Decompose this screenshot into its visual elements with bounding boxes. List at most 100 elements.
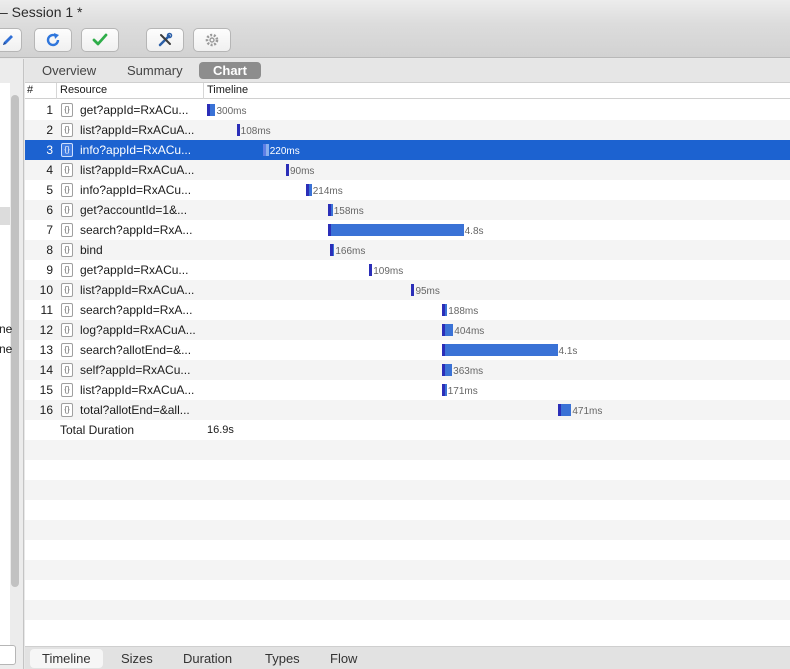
table-row[interactable]: 4 {} list?appId=RxACuA... 90ms [25, 160, 790, 180]
json-file-icon: {} [61, 243, 73, 257]
table-row[interactable]: 9 {} get?appId=RxACu... 109ms [25, 260, 790, 280]
row-number: 16 [39, 403, 53, 417]
bottom-tab-timeline[interactable]: Timeline [30, 649, 103, 668]
tab-chart[interactable]: Chart [199, 62, 261, 79]
sidebar-text-fragment: ne [0, 342, 13, 356]
empty-row [25, 460, 790, 480]
resource-name: search?allotEnd=&... [80, 343, 192, 357]
json-file-icon: {} [61, 283, 73, 297]
table-row[interactable]: 14 {} self?appId=RxACu... 363ms [25, 360, 790, 380]
table-row[interactable]: 5 {} info?appId=RxACu... 214ms [25, 180, 790, 200]
timeline-table: # Resource Timeline 1 {} get?appId=RxACu..… [25, 83, 790, 646]
table-header: # Resource Timeline [25, 83, 790, 99]
accept-button[interactable] [81, 28, 119, 52]
duration-label: 4.8s [464, 226, 484, 237]
table-row[interactable]: 12 {} log?appId=RxACuA... 404ms [25, 320, 790, 340]
table-row[interactable]: 6 {} get?accountId=1&... 158ms [25, 200, 790, 220]
bottom-tabs: Timeline Sizes Duration Types Flow [25, 646, 790, 669]
timeline-bar-start [411, 284, 415, 296]
table-row[interactable]: 10 {} list?appId=RxACuA... 95ms [25, 280, 790, 300]
sidebar-filter-field[interactable] [0, 645, 16, 665]
table-row[interactable]: 7 {} search?appId=RxA... 4.8s [25, 220, 790, 240]
duration-label: 214ms [312, 186, 343, 197]
row-number: 2 [46, 123, 53, 137]
table-row[interactable]: 13 {} search?allotEnd=&... 4.1s [25, 340, 790, 360]
tools-button[interactable] [146, 28, 184, 52]
empty-row [25, 580, 790, 600]
total-duration-value: 16.9s [207, 424, 234, 436]
timeline-bar [444, 364, 453, 376]
duration-label: 95ms [415, 286, 440, 297]
json-file-icon: {} [61, 123, 73, 137]
table-row[interactable]: 15 {} list?appId=RxACuA... 171ms [25, 380, 790, 400]
table-row[interactable]: 1 {} get?appId=RxACu... 300ms [25, 100, 790, 120]
duration-label: 171ms [447, 386, 478, 397]
duration-label: 158ms [333, 206, 364, 217]
json-file-icon: {} [61, 203, 73, 217]
settings-button[interactable] [193, 28, 231, 52]
table-row[interactable]: 2 {} list?appId=RxACuA... 108ms [25, 120, 790, 140]
tab-summary[interactable]: Summary [113, 62, 197, 79]
window-title: – Session 1 * [0, 4, 83, 20]
empty-row [25, 560, 790, 580]
pencil-icon [1, 33, 15, 47]
column-header-resource[interactable]: Resource [60, 84, 107, 96]
json-file-icon: {} [61, 403, 73, 417]
table-row[interactable]: 8 {} bind 166ms [25, 240, 790, 260]
duration-label: 109ms [373, 266, 404, 277]
checkmark-icon [92, 32, 108, 48]
bottom-tab-sizes[interactable]: Sizes [109, 649, 165, 668]
row-number: 13 [39, 343, 53, 357]
row-number: 3 [46, 143, 53, 157]
resource-name: total?allotEnd=&all... [80, 403, 190, 417]
sidebar-text-fragment: ne [0, 322, 13, 336]
empty-row [25, 440, 790, 460]
total-duration-row: Total Duration 16.9s [25, 420, 790, 440]
bottom-tab-duration[interactable]: Duration [171, 649, 244, 668]
view-tabs: Overview Summary Chart [25, 59, 790, 83]
table-row[interactable]: 16 {} total?allotEnd=&all... 471ms [25, 400, 790, 420]
empty-row [25, 600, 790, 620]
timeline-bar [444, 344, 558, 356]
bottom-tab-types[interactable]: Types [253, 649, 312, 668]
refresh-button[interactable] [34, 28, 72, 52]
json-file-icon: {} [61, 263, 73, 277]
resource-name: get?appId=RxACu... [80, 103, 189, 117]
tab-overview[interactable]: Overview [28, 62, 110, 79]
timeline-bar [265, 144, 269, 156]
timeline-bar [210, 104, 216, 116]
duration-label: 471ms [572, 406, 603, 417]
column-header-timeline[interactable]: Timeline [207, 84, 248, 96]
row-number: 15 [39, 383, 53, 397]
table-row[interactable]: 3 {} info?appId=RxACu... 220ms [25, 140, 790, 160]
column-header-number[interactable]: # [27, 84, 33, 96]
row-number: 14 [39, 363, 53, 377]
resource-name: get?accountId=1&... [80, 203, 188, 217]
table-row[interactable]: 11 {} search?appId=RxA... 188ms [25, 300, 790, 320]
sidebar: ne ne [0, 59, 24, 669]
json-file-icon: {} [61, 363, 73, 377]
resource-name: log?appId=RxACuA... [80, 323, 196, 337]
timeline-bar [332, 244, 335, 256]
timeline-bar-start [285, 164, 289, 176]
sidebar-scrollbar[interactable] [11, 95, 19, 587]
json-file-icon: {} [61, 323, 73, 337]
total-duration-label: Total Duration [60, 423, 135, 437]
json-file-icon: {} [61, 163, 73, 177]
json-file-icon: {} [61, 103, 73, 117]
bottom-tab-flow[interactable]: Flow [318, 649, 369, 668]
sidebar-selected-item[interactable] [0, 207, 10, 225]
empty-row [25, 480, 790, 500]
empty-row [25, 520, 790, 540]
gear-icon [204, 32, 220, 48]
row-number: 1 [46, 103, 53, 117]
row-number: 9 [46, 263, 53, 277]
empty-row [25, 500, 790, 520]
timeline-bar [444, 324, 454, 336]
sidebar-list[interactable] [0, 83, 10, 648]
timeline-bar [561, 404, 572, 416]
row-number: 7 [46, 223, 53, 237]
refresh-icon [45, 32, 61, 48]
resource-name: info?appId=RxACu... [80, 183, 192, 197]
edit-button[interactable] [0, 28, 22, 52]
